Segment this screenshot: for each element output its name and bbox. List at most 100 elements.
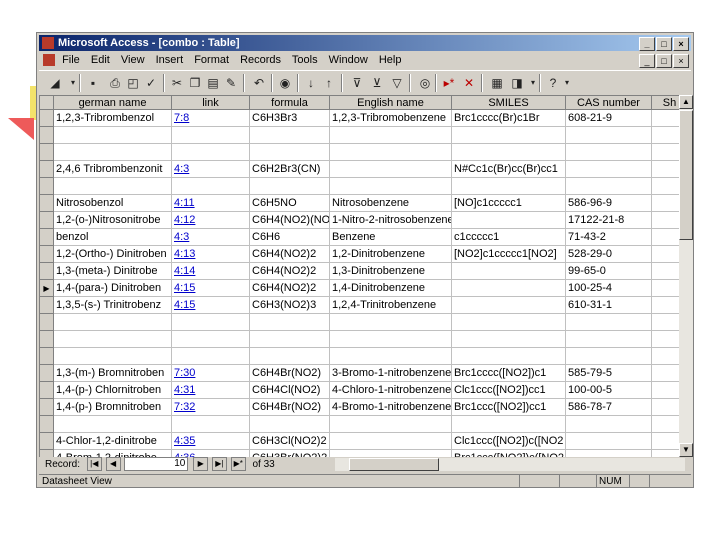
cell-cas-number[interactable]: 17122-21-8 bbox=[565, 211, 652, 229]
row-selector[interactable] bbox=[39, 109, 54, 127]
cell-smiles[interactable] bbox=[451, 415, 566, 433]
cell-english-name[interactable]: Nitrosobenzene bbox=[329, 194, 452, 212]
cell-formula[interactable]: C6H4(NO2)2 bbox=[249, 245, 330, 263]
doc-restore-button[interactable]: □ bbox=[656, 54, 672, 68]
cell-cas-number[interactable]: 100-25-4 bbox=[565, 279, 652, 297]
cell-link[interactable]: 7:30 bbox=[171, 364, 250, 382]
properties-icon[interactable]: ▦ bbox=[489, 75, 505, 91]
cell-formula[interactable]: C6H4Br(NO2) bbox=[249, 398, 330, 416]
column-header-german-name[interactable]: german name bbox=[53, 95, 172, 110]
menu-file[interactable]: File bbox=[62, 54, 80, 66]
paste-icon[interactable]: ▤ bbox=[205, 75, 221, 91]
cell-german-name[interactable]: 4-Chlor-1,2-dinitrobe bbox=[53, 432, 172, 450]
cell-english-name[interactable]: 1,2,3-Tribromobenzene bbox=[329, 109, 452, 127]
cell-formula[interactable]: C6H4(NO2)(NO) bbox=[249, 211, 330, 229]
cell-smiles[interactable] bbox=[451, 177, 566, 195]
cell-cas-number[interactable]: 608-21-9 bbox=[565, 109, 652, 127]
cell-sh[interactable] bbox=[651, 160, 679, 178]
cell-english-name[interactable]: 4-Chloro-1-nitrobenzene bbox=[329, 381, 452, 399]
cell-formula[interactable] bbox=[249, 143, 330, 161]
cell-link[interactable] bbox=[171, 347, 250, 365]
cell-cas-number[interactable] bbox=[565, 330, 652, 348]
print-icon[interactable]: ⎙ bbox=[107, 75, 123, 91]
cell-smiles[interactable]: Brc1cccc([NO2])c1 bbox=[451, 364, 566, 382]
cell-english-name[interactable] bbox=[329, 126, 452, 144]
cell-link[interactable]: 4:15 bbox=[171, 296, 250, 314]
cell-link[interactable]: 7:32 bbox=[171, 398, 250, 416]
cell-smiles[interactable]: Clc1ccc([NO2])cc1 bbox=[451, 381, 566, 399]
cell-german-name[interactable] bbox=[53, 347, 172, 365]
cell-german-name[interactable]: 1,2-(o-)Nitrosonitrobe bbox=[53, 211, 172, 229]
column-header-english-name[interactable]: English name bbox=[329, 95, 452, 110]
previous-record-button[interactable]: ◀ bbox=[105, 457, 121, 472]
cell-sh[interactable] bbox=[651, 296, 679, 314]
cell-sh[interactable] bbox=[651, 245, 679, 263]
cell-german-name[interactable] bbox=[53, 415, 172, 433]
cell-smiles[interactable]: Clc1ccc([NO2])c([NO2 bbox=[451, 432, 566, 450]
vertical-scroll-thumb[interactable] bbox=[679, 110, 693, 240]
save-icon[interactable]: ▪ bbox=[85, 75, 101, 91]
cell-german-name[interactable] bbox=[53, 126, 172, 144]
cell-link[interactable]: 4:31 bbox=[171, 381, 250, 399]
menu-help[interactable]: Help bbox=[379, 54, 402, 66]
cell-smiles[interactable]: Brc1ccc([NO2])c([NO2 bbox=[451, 449, 566, 457]
cell-cas-number[interactable]: 71-43-2 bbox=[565, 228, 652, 246]
cell-sh[interactable] bbox=[651, 262, 679, 280]
cell-smiles[interactable] bbox=[451, 330, 566, 348]
sort-descending-icon[interactable]: ↑ bbox=[321, 75, 337, 91]
cell-formula[interactable] bbox=[249, 415, 330, 433]
cell-english-name[interactable] bbox=[329, 330, 452, 348]
doc-close-button[interactable]: × bbox=[673, 54, 689, 68]
column-header-sh[interactable]: Sh bbox=[651, 95, 679, 110]
cell-sh[interactable] bbox=[651, 364, 679, 382]
cell-german-name[interactable]: 1,2-(Ortho-) Dinitroben bbox=[53, 245, 172, 263]
cell-cas-number[interactable] bbox=[565, 347, 652, 365]
cell-formula[interactable]: C6H5NO bbox=[249, 194, 330, 212]
cell-sh[interactable] bbox=[651, 330, 679, 348]
cell-german-name[interactable]: 1,3-(meta-) Dinitrobe bbox=[53, 262, 172, 280]
cell-smiles[interactable] bbox=[451, 347, 566, 365]
scroll-down-button[interactable]: ▼ bbox=[679, 443, 693, 457]
delete-record-icon[interactable]: ✕ bbox=[461, 75, 477, 91]
cell-cas-number[interactable] bbox=[565, 449, 652, 457]
cell-smiles[interactable] bbox=[451, 262, 566, 280]
cell-smiles[interactable]: [NO]c1ccccc1 bbox=[451, 194, 566, 212]
cell-sh[interactable] bbox=[651, 381, 679, 399]
cell-german-name[interactable] bbox=[53, 143, 172, 161]
cell-link[interactable] bbox=[171, 143, 250, 161]
cell-smiles[interactable] bbox=[451, 279, 566, 297]
cell-smiles[interactable]: Brc1ccc([NO2])cc1 bbox=[451, 398, 566, 416]
row-selector[interactable] bbox=[39, 381, 54, 399]
cell-sh[interactable] bbox=[651, 313, 679, 331]
cell-formula[interactable]: C6H4Br(NO2) bbox=[249, 364, 330, 382]
cell-english-name[interactable]: 3-Bromo-1-nitrobenzene bbox=[329, 364, 452, 382]
cell-german-name[interactable]: 1,2,3-Tribrombenzol bbox=[53, 109, 172, 127]
filter-by-form-icon[interactable]: ⊻ bbox=[369, 75, 385, 91]
cell-german-name[interactable]: 1,3-(m-) Bromnitroben bbox=[53, 364, 172, 382]
menu-insert[interactable]: Insert bbox=[156, 54, 184, 66]
cell-link[interactable] bbox=[171, 330, 250, 348]
cell-english-name[interactable] bbox=[329, 160, 452, 178]
vertical-scrollbar[interactable]: ▲ ▼ bbox=[679, 95, 693, 457]
cell-link[interactable]: 4:3 bbox=[171, 160, 250, 178]
cell-smiles[interactable]: Brc1cccc(Br)c1Br bbox=[451, 109, 566, 127]
row-selector[interactable] bbox=[39, 160, 54, 178]
cell-link[interactable] bbox=[171, 177, 250, 195]
new-object-icon[interactable]: ◨ bbox=[509, 75, 525, 91]
cell-english-name[interactable]: 4-Bromo-1-nitrobenzene bbox=[329, 398, 452, 416]
cell-cas-number[interactable] bbox=[565, 126, 652, 144]
menu-window[interactable]: Window bbox=[329, 54, 368, 66]
cell-sh[interactable] bbox=[651, 194, 679, 212]
row-selector[interactable] bbox=[39, 262, 54, 280]
cell-cas-number[interactable] bbox=[565, 432, 652, 450]
format-painter-icon[interactable]: ✎ bbox=[223, 75, 239, 91]
apply-filter-icon[interactable]: ▽ bbox=[389, 75, 405, 91]
minimize-button[interactable]: _ bbox=[639, 37, 655, 51]
cell-english-name[interactable]: 1-Nitro-2-nitrosobenzene bbox=[329, 211, 452, 229]
horizontal-scrollbar[interactable] bbox=[335, 458, 685, 471]
cell-cas-number[interactable]: 528-29-0 bbox=[565, 245, 652, 263]
cell-english-name[interactable]: 1,2-Dinitrobenzene bbox=[329, 245, 452, 263]
cell-cas-number[interactable]: 586-78-7 bbox=[565, 398, 652, 416]
cell-smiles[interactable]: [NO2]c1ccccc1[NO2] bbox=[451, 245, 566, 263]
new-record-nav-button[interactable]: ▶* bbox=[230, 457, 246, 472]
